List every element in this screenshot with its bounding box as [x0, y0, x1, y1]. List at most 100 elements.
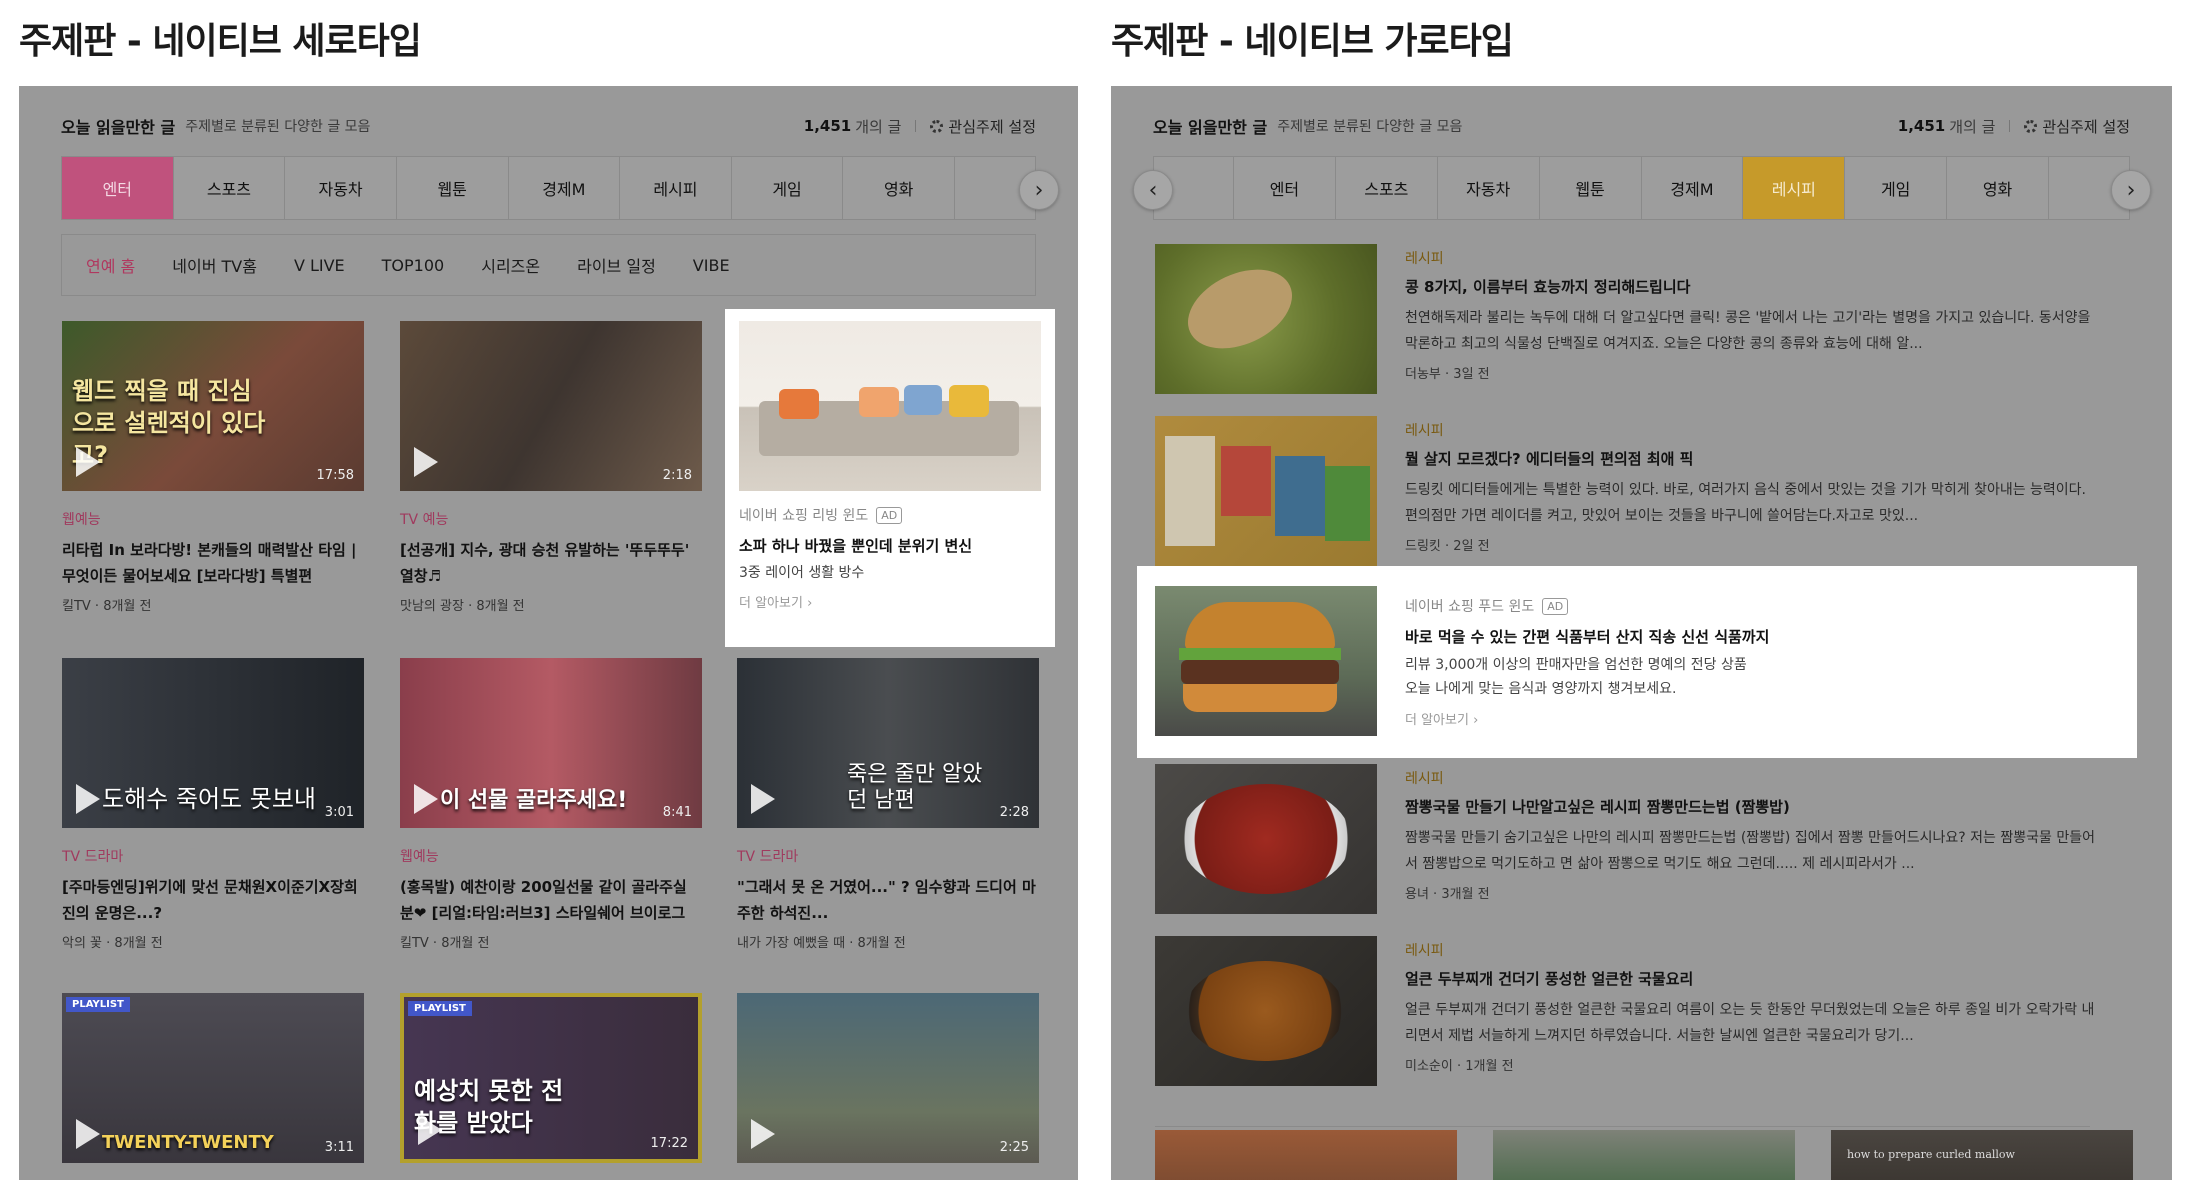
bottom-thumbnail[interactable] [1493, 1130, 1795, 1180]
next-tabs-button[interactable]: › [1019, 170, 1059, 210]
feed-item[interactable]: 레시피 얼큰 두부찌개 건더기 풍성한 얼큰한 국물요리 얼큰 두부찌개 건더기… [1155, 936, 2095, 1086]
post-count-unit: 개의 글 [855, 117, 902, 136]
channel-name: 킬TV [62, 599, 91, 614]
tab-game[interactable]: 게임 [732, 157, 844, 219]
bottom-thumbnail[interactable] [1155, 1130, 1457, 1180]
video-title[interactable]: (홍목발) 예찬이랑 200일선물 같이 골라주실 분❤ [리얼:타임:러브3]… [400, 874, 702, 926]
video-card[interactable]: 2:25 [737, 993, 1039, 1163]
playlist-badge: PLAYLIST [66, 997, 130, 1012]
video-card[interactable]: 이 선물 골라주세요! 8:41 웹예능 (홍목발) 예찬이랑 200일선물 같… [400, 658, 702, 951]
settings-label: 관심주제 설정 [948, 117, 1036, 136]
tab-webtoon[interactable]: 웹툰 [397, 157, 509, 219]
feed-item[interactable]: 레시피 뭘 살지 모르겠다? 에디터들의 편의점 최애 픽 드링킷 에디터들에게… [1155, 416, 2095, 566]
video-card[interactable]: PLAYLIST TWENTY-TWENTY 3:11 [62, 993, 364, 1163]
topbar: 오늘 읽을만한 글 주제별로 분류된 다양한 글 모음 1,451 개의 글 관… [1153, 110, 2130, 142]
interest-settings-button[interactable]: 관심주제 설정 [930, 116, 1036, 137]
feed-image[interactable] [1155, 764, 1377, 914]
ad-learn-more-link[interactable]: 더 알아보기 › [739, 592, 1041, 611]
feed-title[interactable]: 뭘 살지 모르겠다? 에디터들의 편의점 최애 픽 [1405, 448, 2095, 469]
tab-movie[interactable]: 영화 [843, 157, 955, 219]
tab-cars[interactable]: 자동차 [1438, 157, 1540, 219]
section-title: 오늘 읽을만한 글 [1153, 118, 1268, 137]
subtab-entertainment-home[interactable]: 연예 홈 [86, 253, 135, 277]
video-age: 8개월 전 [103, 599, 152, 614]
video-card[interactable]: PLAYLIST 예상치 못한 전화를 받았다 17:22 [400, 993, 702, 1163]
play-icon [76, 447, 100, 477]
tab-enter[interactable]: 엔터 [62, 157, 174, 219]
video-thumbnail[interactable]: 웹드 찍을 때 진심으로 설렌적이 있다고? 17:58 [62, 321, 364, 491]
ad-description: 3중 레이어 생활 방수 [739, 565, 865, 581]
subtab-naver-tv[interactable]: 네이버 TV홈 [172, 253, 257, 277]
play-icon [414, 447, 438, 477]
tab-recipe[interactable]: 레시피 [1743, 157, 1846, 219]
food-window-ad[interactable]: 네이버 쇼핑 푸드 윈도 AD 바로 먹을 수 있는 간편 식품부터 산지 직송 … [1137, 566, 2137, 758]
video-duration: 3:11 [324, 1140, 354, 1155]
video-title[interactable]: "그래서 못 온 거였어..." ? 임수향과 드디어 마주한 하석진... [737, 874, 1039, 926]
ad-learn-more-link[interactable]: 더 알아보기 › [1405, 709, 2117, 728]
feed-age: 3개월 전 [1441, 887, 1490, 902]
video-thumbnail[interactable]: PLAYLIST TWENTY-TWENTY 3:11 [62, 993, 364, 1163]
video-thumbnail[interactable]: 2:25 [737, 993, 1039, 1163]
video-thumbnail[interactable]: 이 선물 골라주세요! 8:41 [400, 658, 702, 828]
ad-image[interactable] [1155, 586, 1377, 736]
vertical-native-panel: 오늘 읽을만한 글 주제별로 분류된 다양한 글 모음 1,451 개의 글 관… [19, 86, 1078, 1180]
video-title[interactable]: [주마등엔딩]위기에 맞선 문채원X이준기X장희진의 운명은...? [62, 874, 364, 926]
video-category: TV 드라마 [737, 849, 799, 865]
video-duration: 8:41 [662, 805, 692, 820]
video-title[interactable]: [선공개] 지수, 광대 승천 유발하는 '뚜두뚜두' 열창♬ [400, 537, 702, 589]
tab-webtoon[interactable]: 웹툰 [1540, 157, 1642, 219]
video-card[interactable]: 도해수 죽어도 못보내 3:01 TV 드라마 [주마등엔딩]위기에 맞선 문채… [62, 658, 364, 951]
next-tabs-button[interactable]: › [2111, 170, 2151, 210]
tab-cars[interactable]: 자동차 [285, 157, 397, 219]
chevron-left-icon: ‹ [1148, 177, 1158, 203]
ad-image[interactable] [739, 321, 1041, 491]
living-window-ad[interactable]: 네이버 쇼핑 리빙 윈도 AD 소파 하나 바꿨을 뿐인데 분위기 변신 3중 레… [725, 309, 1055, 647]
ad-title[interactable]: 소파 하나 바꿨을 뿐인데 분위기 변신 [739, 535, 1041, 556]
feed-item[interactable]: 레시피 짬뽕국물 만들기 나만알고싶은 레시피 짬뽕만드는법 (짬뽕밥) 짬뽕국… [1155, 764, 2095, 914]
subtab-vlive[interactable]: V LIVE [294, 256, 345, 275]
subtab-vibe[interactable]: VIBE [693, 256, 730, 275]
feed-title[interactable]: 얼큰 두부찌개 건더기 풍성한 얼큰한 국물요리 [1405, 968, 2095, 989]
channel-name: 악의 꽃 [62, 936, 103, 951]
tab-economy[interactable]: 경제M [509, 157, 621, 219]
subtab-live-schedule[interactable]: 라이브 일정 [577, 253, 656, 277]
video-thumbnail[interactable]: 도해수 죽어도 못보내 3:01 [62, 658, 364, 828]
video-thumbnail[interactable]: PLAYLIST 예상치 못한 전화를 받았다 17:22 [400, 993, 702, 1163]
subtab-top100[interactable]: TOP100 [382, 256, 445, 275]
video-card[interactable]: 죽은 줄만 알았던 남편 2:28 TV 드라마 "그래서 못 온 거였어...… [737, 658, 1039, 951]
bottom-thumbnail[interactable]: how to prepare curled mallow [1831, 1130, 2133, 1180]
video-title[interactable]: 리타럽 In 보라다방! 본캐들의 매력발산 타임 | 무엇이든 물어보세요 [… [62, 537, 364, 589]
video-card[interactable]: 웹드 찍을 때 진심으로 설렌적이 있다고? 17:58 웹예능 리타럽 In … [62, 321, 364, 614]
video-category: 웹예능 [62, 512, 101, 528]
tab-recipe[interactable]: 레시피 [620, 157, 732, 219]
thumbnail-caption: 도해수 죽어도 못보내 [102, 785, 316, 813]
feed-item[interactable]: 레시피 콩 8가지, 이름부터 효능까지 정리해드립니다 천연해독제라 불리는 … [1155, 244, 2095, 394]
feed-source: 미소순이 [1405, 1059, 1453, 1074]
video-thumbnail[interactable]: 죽은 줄만 알았던 남편 2:28 [737, 658, 1039, 828]
ad-title[interactable]: 바로 먹을 수 있는 간편 식품부터 산지 직송 신선 식품까지 [1405, 626, 2117, 647]
tab-game[interactable]: 게임 [1845, 157, 1948, 219]
interest-settings-button[interactable]: 관심주제 설정 [2024, 116, 2130, 137]
channel-name: 맛남의 광장 [400, 599, 464, 614]
feed-meta: 드링킷 · 2일 전 [1405, 539, 1490, 554]
feed-title[interactable]: 콩 8가지, 이름부터 효능까지 정리해드립니다 [1405, 276, 2095, 297]
tab-enter[interactable]: 엔터 [1234, 157, 1336, 219]
tab-sports[interactable]: 스포츠 [1336, 157, 1438, 219]
feed-title[interactable]: 짬뽕국물 만들기 나만알고싶은 레시피 짬뽕만드는법 (짬뽕밥) [1405, 796, 2095, 817]
subtab-serieson[interactable]: 시리즈온 [481, 253, 540, 277]
feed-image[interactable] [1155, 416, 1377, 566]
feed-image[interactable] [1155, 244, 1377, 394]
video-thumbnail[interactable]: 2:18 [400, 321, 702, 491]
post-count-unit: 개의 글 [1949, 117, 1996, 136]
playlist-badge: PLAYLIST [408, 1001, 472, 1016]
tab-movie[interactable]: 영화 [1947, 157, 2049, 219]
tab-sports[interactable]: 스포츠 [174, 157, 286, 219]
prev-tabs-button[interactable]: ‹ [1133, 170, 1173, 210]
feed-description: 드링킷 에디터들에게는 특별한 능력이 있다. 바로, 여러가지 음식 중에서 … [1405, 482, 2087, 524]
video-card[interactable]: 2:18 TV 예능 [선공개] 지수, 광대 승천 유발하는 '뚜두뚜두' 열… [400, 321, 702, 614]
video-meta: 킬TV · 8개월 전 [400, 936, 490, 951]
video-duration: 3:01 [324, 805, 354, 820]
feed-image[interactable] [1155, 936, 1377, 1086]
tab-economy[interactable]: 경제M [1642, 157, 1744, 219]
ad-badge: AD [876, 506, 903, 524]
